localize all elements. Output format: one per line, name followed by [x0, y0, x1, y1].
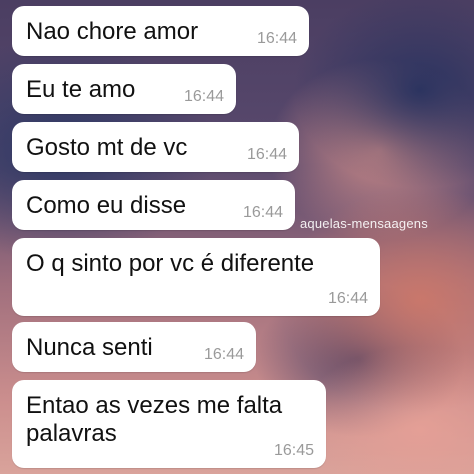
message-time: 16:44	[256, 30, 297, 47]
message-time: 16:44	[327, 290, 368, 307]
message-bubble[interactable]: Entao as vezes me falta palavras 16:45	[12, 380, 326, 468]
message-time: 16:45	[273, 442, 314, 459]
message-time: 16:44	[246, 146, 287, 163]
message-time: 16:44	[203, 346, 244, 363]
message-bubble[interactable]: O q sinto por vc é diferente 16:44	[12, 238, 380, 316]
watermark-text: aquelas-mensaagens	[300, 216, 428, 231]
message-bubble[interactable]: Eu te amo 16:44	[12, 64, 236, 114]
message-time: 16:44	[242, 204, 283, 221]
message-bubble[interactable]: Nunca senti 16:44	[12, 322, 256, 372]
message-bubble[interactable]: Nao chore amor 16:44	[12, 6, 309, 56]
message-time: 16:44	[183, 88, 224, 105]
message-text: Entao as vezes me falta palavras	[26, 392, 283, 447]
message-bubble[interactable]: Gosto mt de vc 16:44	[12, 122, 299, 172]
message-bubble[interactable]: Como eu disse 16:44	[12, 180, 295, 230]
message-text: O q sinto por vc é diferente	[26, 250, 315, 277]
